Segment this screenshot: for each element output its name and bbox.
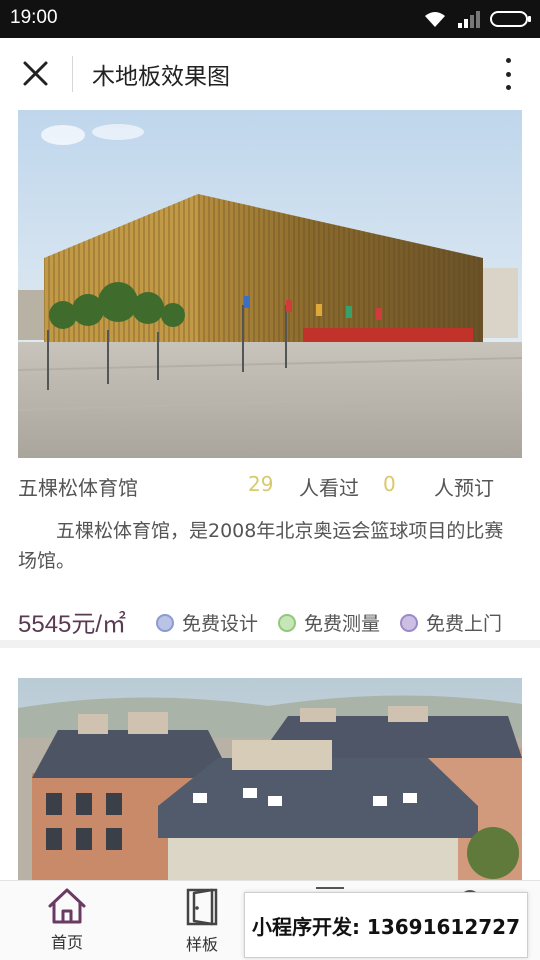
measure-icon	[278, 613, 296, 632]
status-bar: 19:00	[0, 0, 540, 38]
signal-icon	[458, 11, 480, 28]
card-separator	[0, 640, 540, 648]
wifi-icon	[425, 12, 445, 27]
close-icon	[23, 61, 48, 86]
feature-label: 免费上门	[426, 613, 503, 635]
page-title: 木地板效果图	[92, 64, 230, 90]
feature-label: 免费设计	[182, 613, 259, 635]
venue-info-row: 五棵松体育馆 29 人看过 0 人预订	[18, 470, 522, 502]
more-dot-icon	[505, 85, 511, 90]
venue-name[interactable]: 五棵松体育馆	[18, 472, 138, 501]
title-bar: 木地板效果图	[0, 38, 540, 108]
battery-icon	[490, 11, 531, 27]
views-count: 29	[248, 472, 274, 496]
feature-free-design: 免费设计	[156, 609, 258, 636]
booked-label: 人预订	[434, 476, 494, 500]
stadium-image	[18, 110, 522, 458]
price-row: 5545元/㎡ 免费设计 免费测量 免费上门	[18, 604, 538, 638]
villa-image	[18, 678, 522, 883]
more-dot-icon	[505, 58, 511, 63]
feature-free-measure: 免费测量	[278, 609, 380, 636]
door-icon	[186, 888, 218, 926]
venue-photo[interactable]	[18, 110, 522, 458]
feature-label: 免费测量	[304, 613, 381, 635]
price-label: 5545元/㎡	[18, 611, 127, 638]
nav-item-home[interactable]: 首页	[22, 887, 112, 957]
home-icon	[48, 888, 86, 924]
venue-photo[interactable]	[18, 678, 522, 883]
venue-description: 五棵松体育馆，是2008年北京奥运会篮球项目的比赛场馆。	[18, 520, 504, 572]
nav-label-home: 首页	[50, 933, 83, 952]
views-label: 人看过	[299, 476, 359, 500]
close-button[interactable]	[18, 58, 54, 90]
booked-count: 0	[383, 472, 396, 496]
nav-item-samples[interactable]: 样板	[157, 887, 247, 957]
contact-banner[interactable]: 小程序开发: 13691612727	[244, 892, 528, 958]
more-dot-icon	[505, 71, 511, 77]
more-options-button[interactable]	[496, 56, 520, 92]
design-icon	[156, 613, 174, 632]
visit-icon	[400, 613, 418, 632]
title-divider	[72, 56, 73, 92]
feature-free-visit: 免费上门	[400, 609, 502, 636]
status-icons	[422, 8, 532, 30]
nav-label-samples: 样板	[185, 935, 218, 954]
status-time: 19:00	[10, 7, 58, 28]
